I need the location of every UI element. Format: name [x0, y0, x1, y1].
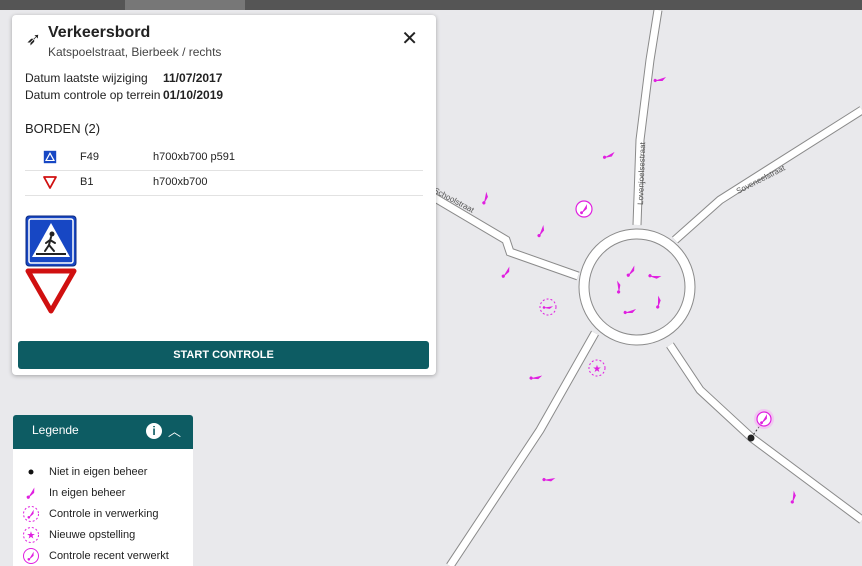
- pedestrian-crossing-sign-icon: [25, 215, 77, 267]
- info-icon[interactable]: i: [146, 423, 162, 439]
- sign-row[interactable]: F49 h700xb700 p591: [25, 146, 423, 171]
- circle-sign-icon: [23, 548, 39, 564]
- sign-code: F49: [80, 151, 99, 163]
- panel-subtitle: Katspoelstraat, Bierbeek / rechts: [48, 45, 222, 59]
- legend-item-label: In eigen beheer: [49, 487, 126, 499]
- legend-item-label: Niet in eigen beheer: [49, 466, 148, 478]
- meta-label: Datum laatste wijziging: [25, 71, 148, 85]
- start-controle-button[interactable]: START CONTROLE: [18, 341, 429, 369]
- yield-sign-icon: [25, 268, 77, 314]
- dashed-circle-sign-icon: [23, 506, 39, 522]
- svg-text:★: ★: [593, 364, 602, 375]
- magenta-sign-icon: [24, 487, 38, 500]
- meta-value: 01/10/2019: [163, 88, 224, 102]
- chevron-up-icon[interactable]: ︿: [168, 421, 181, 440]
- panel-title: Verkeersbord: [48, 24, 151, 41]
- meta-value: 11/07/2017: [163, 71, 223, 85]
- legend-panel: Niet in eigen beheer In eigen beheer Con…: [13, 449, 193, 566]
- signs-heading: BORDEN (2): [25, 121, 101, 136]
- dashed-circle-star-icon: ★: [23, 527, 39, 543]
- sign-row[interactable]: B1 h700xb700: [25, 171, 423, 196]
- meta-label: Datum controle op terrein: [25, 88, 161, 102]
- sign-marker-recent[interactable]: [575, 200, 593, 218]
- black-dot-icon: [28, 469, 34, 475]
- top-bar: [0, 0, 862, 10]
- sign-code: B1: [80, 176, 94, 188]
- top-tab[interactable]: [125, 0, 245, 10]
- svg-text:★: ★: [27, 531, 36, 542]
- close-icon[interactable]: ✕: [401, 29, 418, 49]
- legend-item-label: Controle in verwerking: [49, 508, 159, 520]
- yield-sign-icon: [43, 176, 57, 189]
- sign-dimensions: h700xb700: [153, 176, 208, 188]
- legend-item-label: Controle recent verwerkt: [49, 550, 169, 562]
- roundabout-island: [588, 238, 686, 336]
- sign-preview: [25, 215, 77, 314]
- legend-item-label: Nieuwe opstelling: [49, 529, 136, 541]
- pedestrian-crossing-sign-icon: [43, 150, 57, 164]
- sign-pin-icon: ➶: [26, 29, 42, 49]
- legend-header[interactable]: Legende i ︿: [13, 415, 193, 449]
- sign-detail-panel: ➶ Verkeersbord Katspoelstraat, Bierbeek …: [12, 15, 436, 375]
- legend-title: Legende: [32, 423, 79, 437]
- sign-dimensions: h700xb700 p591: [153, 151, 235, 163]
